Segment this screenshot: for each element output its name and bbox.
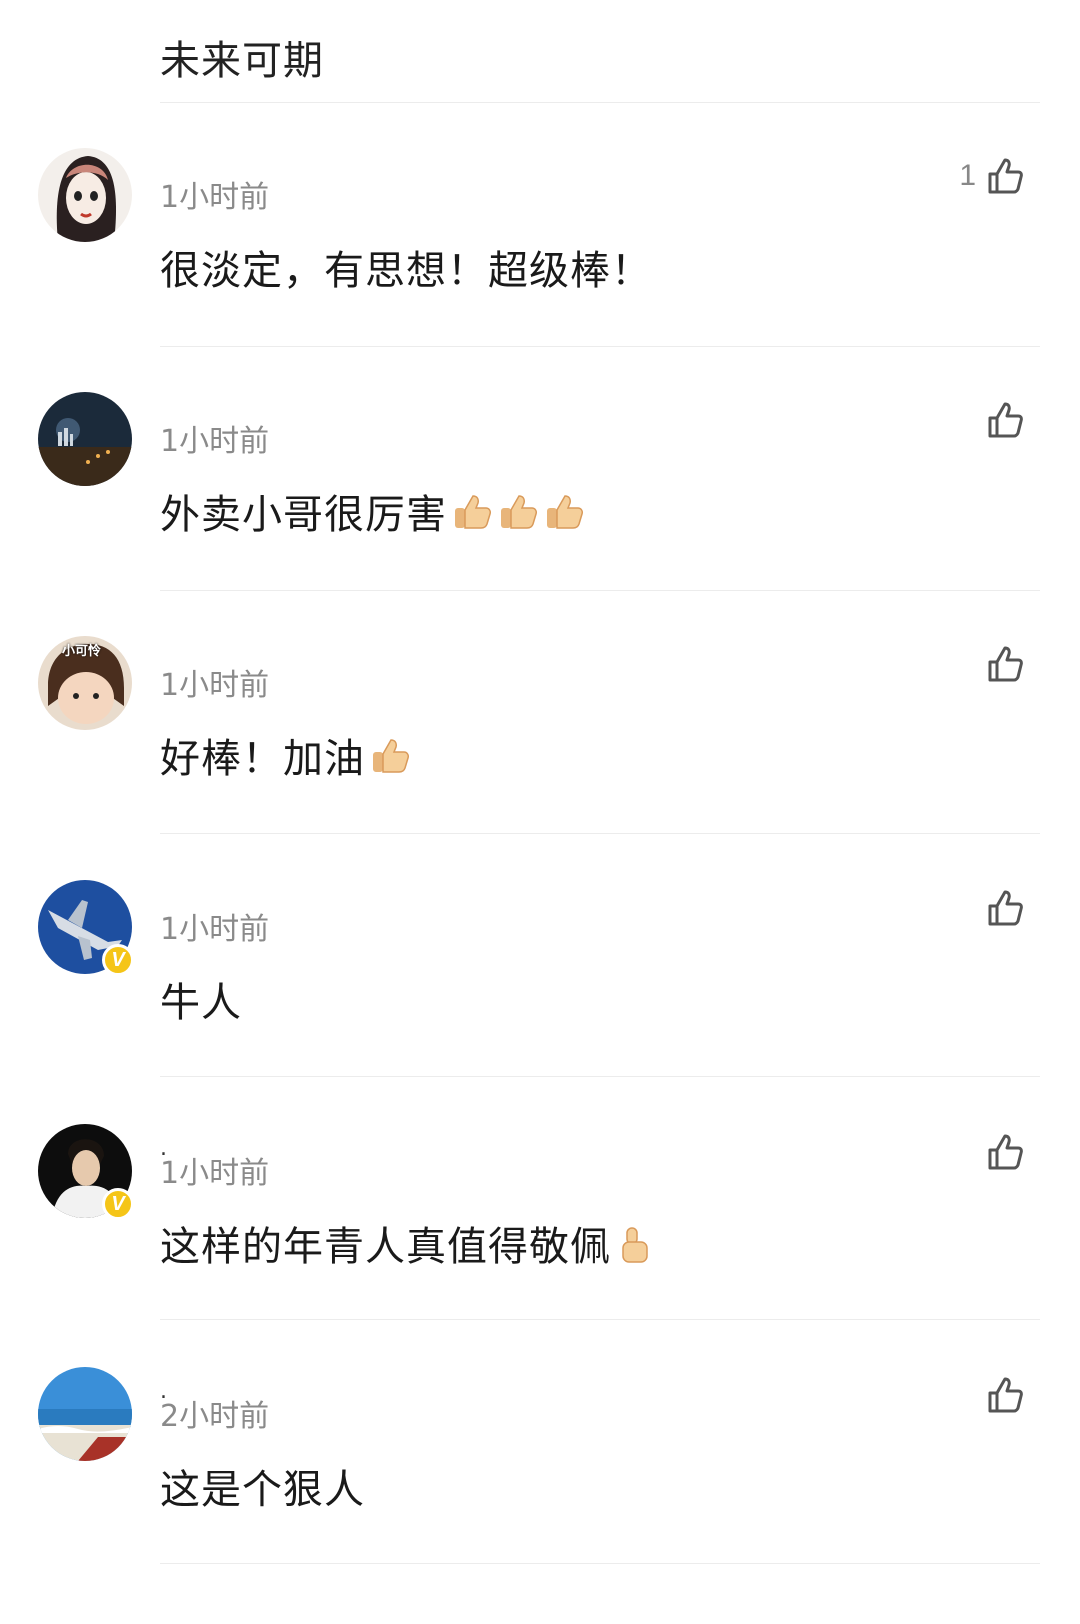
divider [160, 833, 1040, 834]
thumbs-up-emoji-icon [455, 495, 491, 529]
like-button[interactable] [976, 888, 1026, 928]
comment-item[interactable]: 1小时前 外卖小哥很厉害 [0, 364, 1080, 606]
avatar[interactable] [38, 148, 132, 242]
comment-time: 1小时前 [160, 912, 270, 947]
thumbs-up-outline-icon [988, 646, 1023, 682]
comment-time: 1小时前 [160, 180, 270, 215]
comment-text-content: 这是个狠人 [160, 1467, 365, 1513]
comment-item[interactable]: 1小时前 1 很淡定，有思想！超级棒！ [0, 120, 1080, 362]
thumbs-up-emoji-icon [547, 495, 583, 529]
divider [160, 1076, 1040, 1077]
thumbs-up-emoji-icon [622, 1227, 648, 1263]
thumbs-up-outline-icon [988, 890, 1023, 926]
like-button[interactable] [976, 400, 1026, 440]
like-count: 1 [959, 159, 976, 192]
thumbs-up-outline-icon [988, 158, 1023, 194]
comment-text-content: 牛人 [160, 980, 242, 1026]
comment-item[interactable]: 小可怜 1小时前 好棒！加油 [0, 608, 1080, 850]
comment-item[interactable]: V . 1小时前 这样的年青人真值得敬佩 [0, 1096, 1080, 1338]
thumbs-up-emoji-icon [373, 739, 409, 773]
comment-text: 外卖小哥很厉害 [160, 482, 585, 540]
comment-time: 1小时前 [160, 424, 270, 459]
comment-item[interactable]: . 2小时前 这是个狠人 [0, 1339, 1080, 1581]
verified-v-badge-icon: V [102, 944, 134, 976]
verified-v-badge-icon: V [102, 1188, 134, 1220]
comment-text-content: 好棒！加油 [160, 736, 365, 782]
avatar[interactable] [38, 1367, 132, 1461]
comment-time: 1小时前 [160, 668, 270, 703]
avatar-label: 小可怜 [62, 644, 102, 659]
divider [160, 1319, 1040, 1320]
divider [160, 1563, 1040, 1564]
thumbs-up-outline-icon [988, 1134, 1023, 1170]
comment-text: 很淡定，有思想！超级棒！ [160, 238, 652, 296]
comment-text-content: 很淡定，有思想！超级棒！ [160, 248, 652, 294]
thumbs-up-outline-icon [988, 1377, 1023, 1413]
comment-text: 这样的年青人真值得敬佩 [160, 1214, 657, 1272]
thumbs-up-emoji-icon [501, 495, 537, 529]
like-button[interactable] [976, 644, 1026, 684]
comment-item[interactable]: V 1小时前 牛人 [0, 852, 1080, 1094]
like-button[interactable]: 1 [959, 156, 1026, 196]
avatar[interactable]: 小可怜 [38, 636, 132, 730]
comment-text: 好棒！加油 [160, 726, 411, 784]
avatar[interactable] [38, 392, 132, 486]
like-button[interactable] [976, 1132, 1026, 1172]
comment-text: 这是个狠人 [160, 1457, 365, 1515]
comment-text-content: 这样的年青人真值得敬佩 [160, 1224, 611, 1270]
thumbs-up-outline-icon [988, 402, 1023, 438]
divider [160, 590, 1040, 591]
comment-time: 2小时前 [160, 1399, 270, 1434]
comment-text-content: 外卖小哥很厉害 [160, 492, 447, 538]
divider [160, 346, 1040, 347]
like-button[interactable] [976, 1375, 1026, 1415]
comment-text-top: 未来可期 [160, 38, 324, 84]
comment-text: 牛人 [160, 970, 242, 1028]
divider [160, 102, 1040, 103]
comment-time: 1小时前 [160, 1156, 270, 1191]
